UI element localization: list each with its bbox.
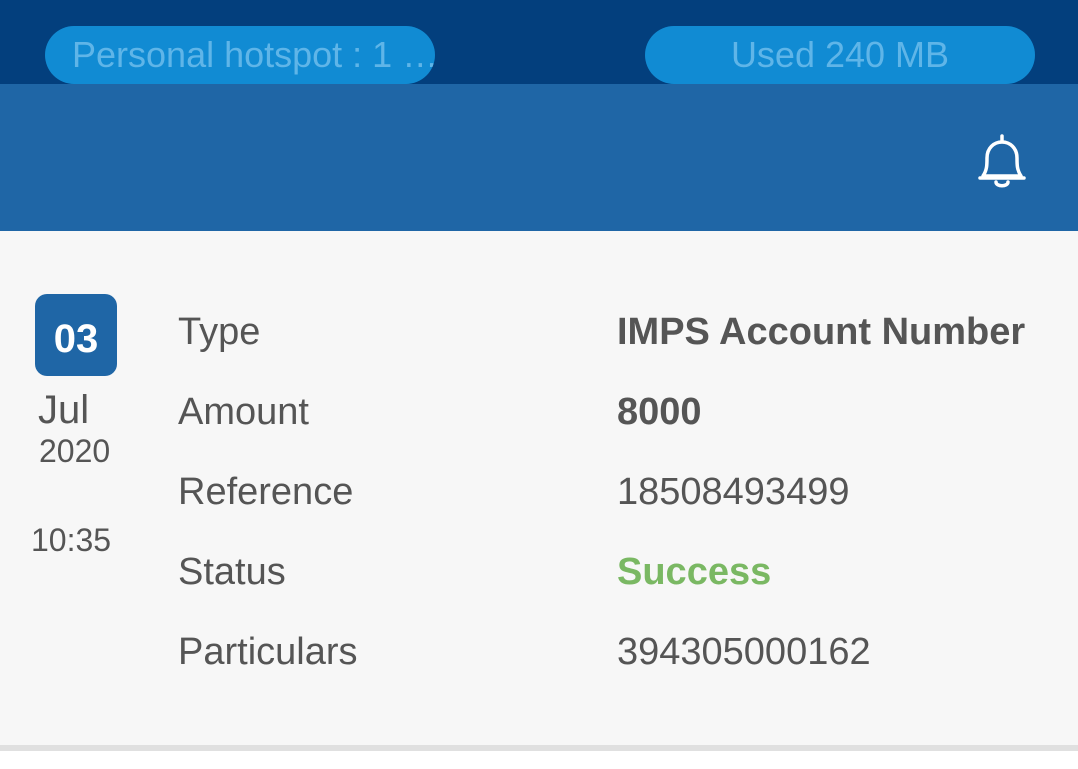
hotspot-pill[interactable]: Personal hotspot : 1 …: [45, 26, 435, 84]
data-usage-pill[interactable]: Used 240 MB: [645, 26, 1035, 84]
next-item-area: [0, 751, 1078, 769]
reference-value: 18508493499: [617, 471, 850, 513]
data-used-value: 240 MB: [824, 34, 950, 75]
date-day-badge: 03: [35, 294, 117, 376]
date-month: Jul: [38, 388, 90, 432]
status-value: Success: [617, 551, 772, 593]
type-label: Type: [178, 311, 261, 353]
transaction-time: 10:35: [31, 522, 112, 558]
app-bar: [0, 84, 1078, 231]
amount-label: Amount: [178, 391, 309, 433]
transaction-card[interactable]: [0, 231, 1078, 745]
type-value: IMPS Account Number: [617, 311, 1026, 353]
particulars-value: 394305000162: [617, 631, 871, 673]
particulars-label: Particulars: [178, 631, 358, 673]
reference-label: Reference: [178, 471, 354, 513]
data-used-prefix: Used: [730, 34, 815, 75]
hotspot-label: Personal hotspot : 1 …: [72, 34, 435, 75]
status-label: Status: [178, 551, 286, 593]
date-year: 2020: [39, 433, 111, 469]
amount-value: 8000: [617, 391, 702, 433]
status-strip: Personal hotspot : 1 … Used 240 MB: [0, 0, 1078, 84]
bell-icon[interactable]: [974, 132, 1030, 192]
